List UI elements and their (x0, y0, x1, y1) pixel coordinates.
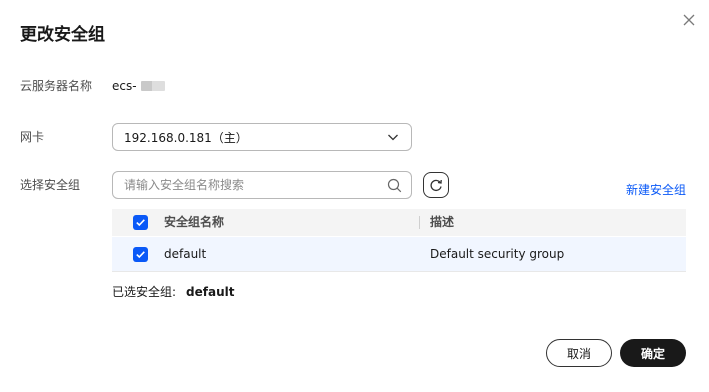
selected-value: default (186, 285, 235, 299)
close-icon (683, 14, 695, 26)
security-group-label: 选择安全组 (20, 178, 81, 192)
dialog-title: 更改安全组 (20, 25, 105, 45)
refresh-button[interactable] (423, 172, 449, 198)
close-button[interactable] (680, 11, 698, 29)
create-security-group-link[interactable]: 新建安全组 (626, 182, 686, 198)
change-security-group-dialog: 更改安全组 云服务器名称 ecs- 网卡 192.168.0.181（主） 选择… (0, 0, 709, 392)
nic-select[interactable]: 192.168.0.181（主） (112, 123, 412, 151)
nic-select-value: 192.168.0.181（主） (124, 130, 248, 145)
server-name-text: ecs- (112, 79, 137, 93)
check-icon (136, 219, 145, 227)
row-description-cell: Default security group (430, 247, 565, 261)
table-row[interactable]: default Default security group (112, 237, 686, 272)
security-group-table: 安全组名称 描述 default Default security group (112, 209, 686, 272)
check-icon (136, 251, 145, 259)
search-icon[interactable] (387, 178, 402, 193)
select-all-checkbox[interactable] (133, 215, 148, 230)
server-name-value: ecs- (112, 78, 165, 94)
server-name-label: 云服务器名称 (20, 79, 93, 93)
selected-summary: 已选安全组: default (112, 284, 235, 300)
refresh-icon (430, 179, 442, 192)
cancel-button[interactable]: 取消 (546, 339, 612, 367)
confirm-button[interactable]: 确定 (620, 339, 686, 367)
search-input[interactable] (113, 172, 373, 198)
selected-label: 已选安全组: (112, 285, 177, 299)
row-checkbox[interactable] (133, 247, 148, 262)
nic-label: 网卡 (20, 130, 45, 144)
chevron-down-icon (388, 134, 398, 141)
column-header-name: 安全组名称 (164, 215, 225, 229)
column-header-description: 描述 (430, 215, 455, 229)
row-name-cell: default (164, 247, 207, 261)
table-header: 安全组名称 描述 (112, 209, 686, 236)
redacted-mask (140, 81, 165, 91)
search-box (112, 171, 412, 199)
column-divider (419, 216, 420, 229)
